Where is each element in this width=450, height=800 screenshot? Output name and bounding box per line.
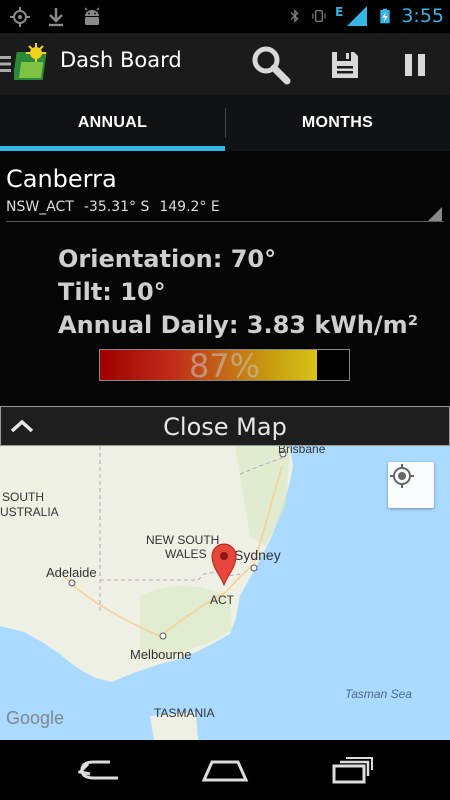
back-button[interactable] xyxy=(70,754,130,786)
spinner-arrow-icon[interactable] xyxy=(428,207,442,221)
close-map-button[interactable]: Close Map xyxy=(0,406,450,446)
my-location-icon xyxy=(390,464,414,488)
recent-apps-button[interactable] xyxy=(322,754,382,786)
tab-months[interactable]: MONTHS xyxy=(225,95,450,151)
home-button[interactable] xyxy=(195,754,255,786)
pause-button[interactable] xyxy=(388,39,442,91)
save-button[interactable] xyxy=(318,39,372,91)
recent-apps-icon xyxy=(332,757,373,784)
map-label-australia: AUSTRALIA xyxy=(0,505,59,519)
map-label-nsw-2: WALES xyxy=(165,547,207,561)
spinner-underline xyxy=(6,221,444,222)
home-icon xyxy=(201,760,249,782)
app-logo[interactable] xyxy=(14,42,50,84)
battery-charging-icon xyxy=(380,8,390,24)
annual-daily-value: Annual Daily: 3.83 kWh/m² xyxy=(58,311,419,339)
clock: 3:55 xyxy=(401,5,444,27)
signal-icon xyxy=(347,6,368,26)
google-attribution: Google xyxy=(6,708,65,728)
tab-annual[interactable]: ANNUAL xyxy=(0,95,225,151)
orientation-value: Orientation: 70° xyxy=(58,245,277,273)
status-bar: E 3:55 xyxy=(0,0,450,33)
map-label-adelaide: Adelaide xyxy=(46,565,97,580)
map-label-tasmania: TASMANIA xyxy=(154,706,215,720)
tab-divider xyxy=(225,108,226,138)
efficiency-bar: 87% xyxy=(99,349,350,381)
dashboard-content: Canberra NSW_ACT -35.31° S 149.2° E Orie… xyxy=(0,151,450,406)
longitude: 149.2° E xyxy=(159,199,220,215)
map-label-melbourne: Melbourne xyxy=(130,647,192,662)
vibrate-icon xyxy=(312,10,326,22)
back-icon xyxy=(78,760,118,780)
my-location-button[interactable] xyxy=(388,462,434,508)
efficiency-percent: 87% xyxy=(188,349,261,381)
map-view[interactable]: Brisbane SOUTH AUSTRALIA NEW SOUTH WALES… xyxy=(0,446,450,740)
map-label-brisbane: Brisbane xyxy=(278,446,326,456)
search-button[interactable] xyxy=(244,39,298,91)
search-icon xyxy=(252,46,291,85)
bluetooth-icon xyxy=(290,9,299,23)
pause-icon xyxy=(405,54,425,76)
save-icon xyxy=(332,52,358,78)
city-name: Canberra xyxy=(6,165,117,193)
map-label-south: SOUTH xyxy=(2,490,44,504)
navigation-bar xyxy=(0,740,450,800)
latitude: -35.31° S xyxy=(83,199,150,215)
android-icon xyxy=(84,7,100,25)
map-label-nsw-1: NEW SOUTH xyxy=(146,533,220,547)
app-title: Dash Board xyxy=(60,48,182,72)
location-spinner[interactable]: NSW_ACT -35.31° S 149.2° E xyxy=(6,199,220,215)
action-bar: Dash Board xyxy=(0,33,450,95)
map-label-sydney: Sydney xyxy=(234,547,281,563)
map-label-act: ACT xyxy=(210,593,234,607)
tilt-value: Tilt: 10° xyxy=(58,278,166,306)
close-map-label: Close Map xyxy=(163,413,287,441)
download-icon xyxy=(49,8,63,27)
map-marker-icon[interactable] xyxy=(210,542,238,586)
network-type-label: E xyxy=(335,5,344,19)
menu-icon[interactable] xyxy=(0,53,12,75)
gps-icon xyxy=(10,7,30,27)
region-code: NSW_ACT xyxy=(6,199,74,215)
map-label-tasman-sea: Tasman Sea xyxy=(345,687,412,701)
